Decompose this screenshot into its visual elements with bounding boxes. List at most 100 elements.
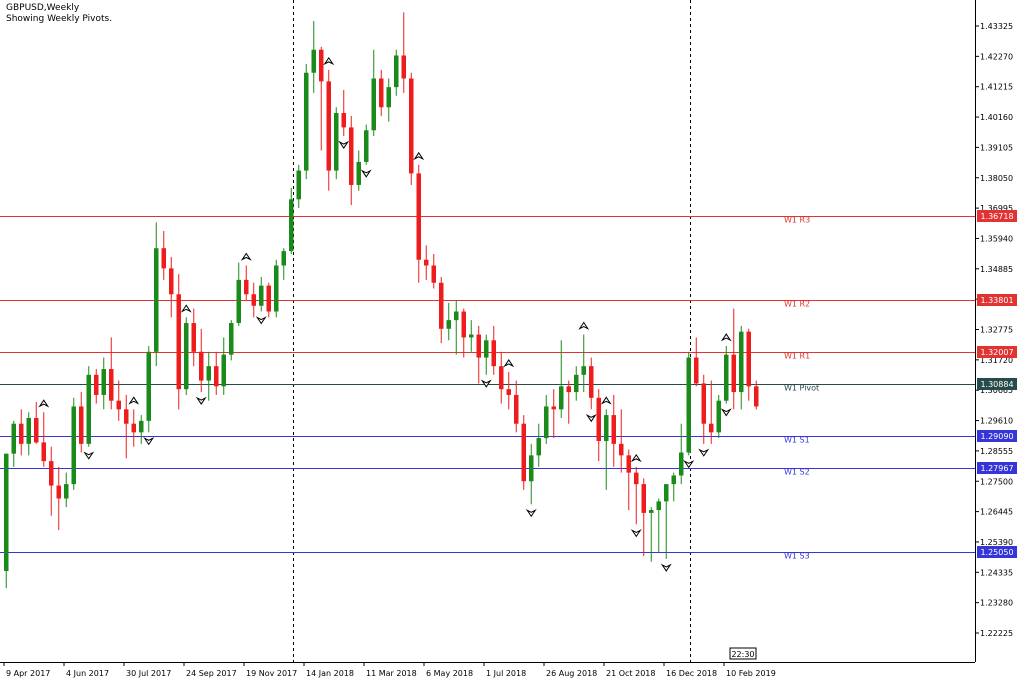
candle-body [259, 285, 264, 306]
pivot-price-badge-label: 1.32007 [980, 348, 1013, 357]
candle-body [221, 354, 226, 387]
candle-body [469, 334, 474, 338]
pivot-price-badge-label: 1.30884 [980, 380, 1013, 389]
candle-body [229, 323, 234, 355]
candle-body [731, 354, 736, 393]
candle-body [371, 78, 376, 131]
candle-body [131, 423, 136, 433]
candle-body [521, 423, 526, 482]
candle-body [476, 334, 481, 358]
pivot-label: W1 R2 [784, 300, 810, 309]
candle-body [169, 268, 174, 295]
candle-body [566, 386, 571, 393]
candle-body [611, 415, 616, 444]
candle-body [506, 389, 511, 395]
candle-body [619, 443, 624, 456]
candle-body [641, 484, 646, 513]
time-tick-label: 14 Jan 2018 [306, 669, 354, 678]
chart-background [0, 0, 1024, 683]
candle-body [41, 442, 46, 462]
indicator-caption: Showing Weekly Pivots. [6, 14, 113, 24]
candle-body [716, 400, 721, 433]
candle-body [34, 417, 39, 443]
time-tick-label: 6 May 2018 [426, 669, 473, 678]
price-tick-label: 1.41215 [980, 83, 1013, 92]
price-tick-label: 1.39105 [980, 143, 1013, 152]
candle-body [116, 400, 121, 410]
candle-body [79, 406, 84, 444]
candle-body [101, 369, 106, 395]
pivot-price-badge-label: 1.29090 [980, 432, 1013, 441]
candle-body [709, 423, 714, 433]
candle-body [754, 386, 759, 407]
candle-body [626, 455, 631, 473]
time-tick-label: 11 Mar 2018 [366, 669, 417, 678]
candle-body [461, 311, 466, 338]
price-tick-label: 1.43325 [980, 22, 1013, 31]
candle-body [304, 72, 309, 171]
price-tick-label: 1.28555 [980, 447, 1013, 456]
candle-body [364, 130, 369, 162]
price-tick-label: 1.35940 [980, 234, 1013, 243]
candle-body [176, 294, 181, 390]
candle-body [244, 279, 249, 295]
candle-body [701, 383, 706, 424]
candle-body [311, 49, 316, 73]
candle-body [11, 423, 16, 454]
price-tick-label: 1.40160 [980, 113, 1013, 122]
candle-body [454, 311, 459, 321]
candle-body [409, 78, 414, 174]
candle-body [386, 87, 391, 108]
candle-body [349, 127, 354, 185]
candle-body [394, 55, 399, 88]
candle-body [289, 199, 294, 252]
candle-body [536, 438, 541, 456]
candle-body [274, 265, 279, 312]
candle-body [446, 320, 451, 329]
candle-body [214, 366, 219, 387]
pivot-label: W1 S1 [784, 436, 810, 445]
candle-body [656, 501, 661, 511]
candle-body [334, 113, 339, 171]
pivot-label: W1 R1 [784, 352, 810, 361]
pivot-label: W1 S2 [784, 468, 810, 477]
candle-body [439, 282, 444, 329]
candle-body [551, 406, 556, 410]
candle-body [514, 394, 519, 424]
candle-body [686, 357, 691, 453]
candle-body [424, 259, 429, 266]
price-tick-label: 1.38050 [980, 174, 1013, 183]
candle-body [574, 374, 579, 393]
price-tick-label: 1.29610 [980, 417, 1013, 426]
candle-body [71, 406, 76, 485]
candle-body [484, 340, 489, 358]
candle-body [416, 173, 421, 260]
candle-body [109, 369, 114, 401]
candle-body [401, 55, 406, 79]
candle-body [431, 265, 436, 283]
price-chart[interactable]: W1 R3 W1 R2 W1 R1 W1 Pivot W1 S1 W1 S2 W1 S3 1… [0, 0, 1024, 683]
price-tick-label: 1.26445 [980, 508, 1013, 517]
candle-body [664, 484, 669, 502]
pivot-price-badge-label: 1.27967 [980, 464, 1013, 473]
candle-body [206, 366, 211, 381]
candle-body [154, 248, 159, 352]
candle-body [739, 331, 744, 393]
candle-body [679, 452, 684, 476]
price-tick-label: 1.24335 [980, 568, 1013, 577]
candle-body [356, 161, 361, 185]
candle-body [296, 170, 301, 200]
candle-body [326, 81, 331, 171]
pivot-price-badge-label: 1.33801 [980, 296, 1013, 305]
candle-body [49, 461, 54, 486]
candle-body [746, 331, 751, 387]
pivot-price-badge-label: 1.25050 [980, 548, 1013, 557]
price-tick-label: 1.25390 [980, 538, 1013, 547]
candle-body [161, 248, 166, 269]
candle-body [604, 415, 609, 441]
time-tick-label: 10 Feb 2019 [726, 669, 776, 678]
candle-body [724, 354, 729, 401]
candle-body [281, 251, 286, 266]
time-badge: 22:30 [729, 647, 757, 660]
candle-body [56, 485, 61, 499]
